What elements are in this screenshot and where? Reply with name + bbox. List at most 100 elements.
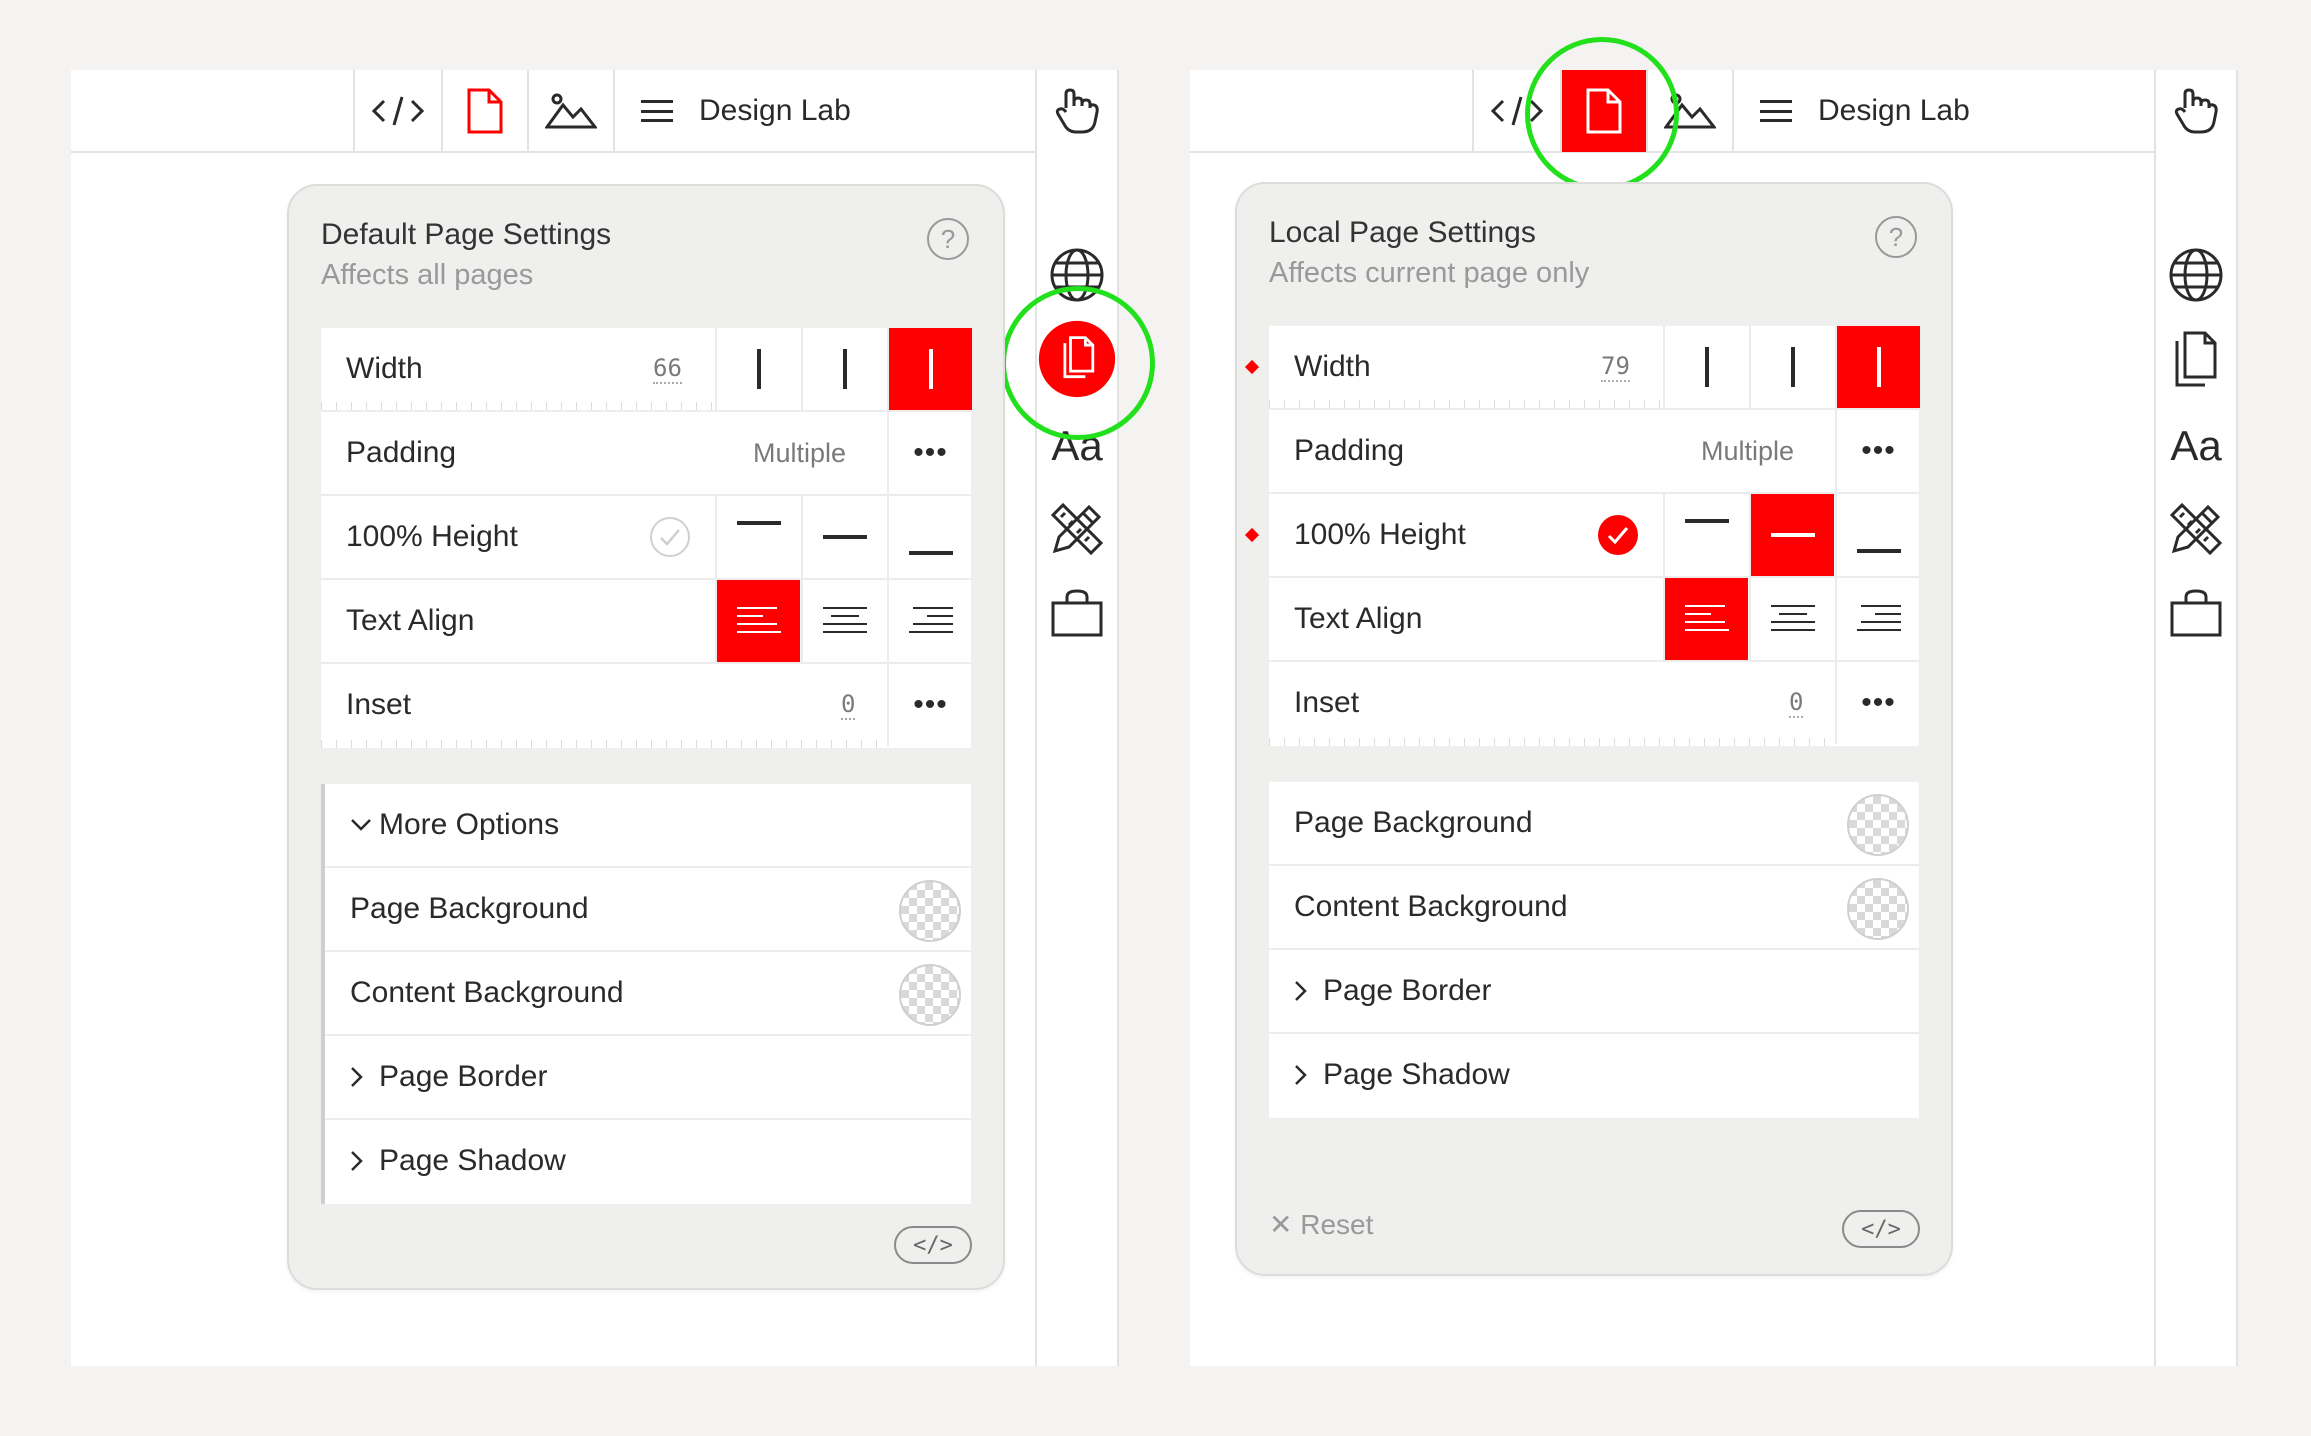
help-button[interactable]: ? [1875,216,1917,258]
override-indicator [1244,527,1260,543]
more-icon: ••• [1861,434,1896,467]
padding-label: Padding [346,436,457,469]
valign-middle-option[interactable] [1749,494,1834,576]
align-right-option[interactable] [1835,578,1920,660]
help-button[interactable]: ? [927,218,969,260]
padding-more-button[interactable]: ••• [887,412,972,494]
site-settings-tool[interactable] [2156,240,2236,310]
reset-button[interactable]: ✕ Reset [1269,1208,1373,1241]
page-shadow-toggle[interactable]: Page Shadow [1269,1034,1919,1118]
inset-value[interactable]: 0 [1789,662,1804,744]
page-settings-button[interactable] [441,70,527,152]
content-background-swatch[interactable] [899,964,961,1026]
store-tool[interactable] [1037,578,1117,648]
more-icon: ••• [913,688,948,721]
width-value[interactable]: 79 [1601,326,1630,408]
align-middle-icon [822,535,867,539]
design-tools[interactable] [2156,494,2236,564]
sidebar: Aa [2154,70,2238,1366]
panel-subtitle: Affects all pages [321,259,534,291]
width-value[interactable]: 66 [653,328,682,410]
pointer-tool[interactable] [1037,76,1117,146]
align-center-option[interactable] [1749,578,1834,660]
panel-title: Default Page Settings [321,218,612,251]
pages-tool[interactable] [2156,324,2236,394]
inset-label: Inset [1294,686,1360,719]
narrow-width-icon [1704,347,1709,387]
padding-more-button[interactable]: ••• [1835,410,1920,492]
project-menu[interactable]: Design Lab [613,70,1105,152]
globe-icon [2169,248,2223,302]
code-toggle-button[interactable]: </> [1842,1210,1920,1248]
width-ruler[interactable] [321,402,713,410]
width-full-option[interactable] [1835,326,1920,408]
full-width-icon [1876,347,1881,387]
chevron-right-icon [350,1120,364,1202]
valign-middle-option[interactable] [801,496,886,578]
valign-bottom-option[interactable] [1835,494,1920,576]
align-right-option[interactable] [887,580,972,662]
text-align-left-icon [1684,605,1729,631]
settings-grid: Width 66 Padding Multiple ••• 100% Heigh… [321,328,972,748]
override-indicator [1244,359,1260,375]
media-button[interactable] [527,70,613,152]
project-menu[interactable]: Design Lab [1732,70,2224,152]
chevron-right-icon [1294,1034,1308,1116]
padding-value[interactable]: Multiple [1701,410,1794,492]
page-background-swatch[interactable] [1847,794,1909,856]
inset-value[interactable]: 0 [841,664,856,746]
height-row: 100% Height [1244,494,1920,578]
page-background-swatch[interactable] [899,880,961,942]
valign-top-option[interactable] [715,496,800,578]
height-checkbox[interactable] [1597,514,1639,561]
hand-pointer-icon [1055,88,1099,134]
page-border-toggle[interactable]: Page Border [1269,950,1919,1034]
panel-subtitle: Affects current page only [1269,257,1590,289]
align-left-option[interactable] [715,580,800,662]
code-toggle-button[interactable]: </> [894,1226,972,1264]
width-full-option[interactable] [887,328,972,410]
text-align-left-icon [736,607,781,633]
align-left-option[interactable] [1663,578,1748,660]
more-options-label: More Options [379,808,560,841]
hamburger-icon [1760,100,1792,122]
page-border-toggle[interactable]: Page Border [325,1036,971,1120]
more-options-toggle[interactable]: More Options [325,784,971,868]
page-shadow-toggle[interactable]: Page Shadow [325,1120,971,1204]
design-tools[interactable] [1037,494,1117,564]
text-align-right-icon [1856,605,1901,631]
text-align-row: Text Align [1269,578,1919,662]
width-medium-option[interactable] [801,328,886,410]
height-label: 100% Height [1294,518,1466,551]
content-background-swatch[interactable] [1847,878,1909,940]
valign-bottom-option[interactable] [887,496,972,578]
bag-icon [1051,589,1103,637]
full-width-icon [928,349,933,389]
page-background-label: Page Background [1294,806,1533,839]
typography-tool[interactable]: Aa [2156,411,2236,481]
width-label: Width [346,352,423,385]
page-border-label: Page Border [379,1060,548,1093]
code-view-button[interactable] [353,70,441,152]
inset-ruler[interactable] [321,740,885,748]
width-narrow-option[interactable] [715,328,800,410]
width-narrow-option[interactable] [1663,326,1748,408]
more-options-list: More Options Page Background Content Bac… [321,784,971,1204]
store-tool[interactable] [2156,578,2236,648]
width-ruler[interactable] [1269,400,1661,408]
align-center-option[interactable] [801,580,886,662]
page-border-label: Page Border [1323,974,1492,1007]
pointer-tool[interactable] [2156,76,2236,146]
inset-more-button[interactable]: ••• [1835,662,1920,744]
width-medium-option[interactable] [1749,326,1834,408]
valign-top-option[interactable] [1663,494,1748,576]
height-checkbox[interactable] [649,516,691,563]
padding-row: Padding Multiple ••• [1269,410,1919,494]
page-icon [467,88,503,134]
inset-ruler[interactable] [1269,738,1833,746]
highlight-ring [1001,286,1155,440]
padding-value[interactable]: Multiple [753,412,846,494]
inset-more-button[interactable]: ••• [887,664,972,746]
content-background-row: Content Background [1269,866,1919,950]
align-top-icon [1684,519,1729,523]
